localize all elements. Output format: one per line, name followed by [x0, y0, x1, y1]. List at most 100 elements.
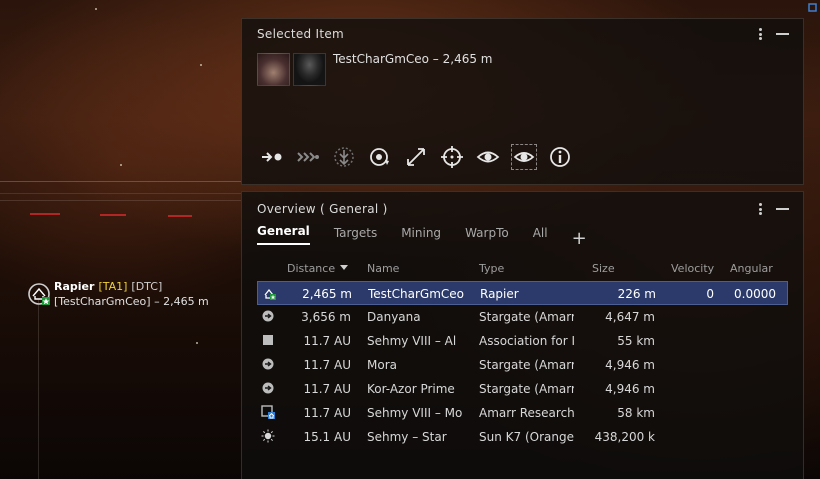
cell-type: Stargate (Amarr [479, 310, 574, 324]
cell-size: 55 km [617, 334, 655, 348]
cell-distance: 11.7 AU [303, 358, 351, 372]
space-grid-line [0, 200, 241, 201]
space-trail-line [38, 300, 39, 479]
cell-name: Mora [367, 358, 397, 372]
table-row[interactable]: 15.1 AU Sehmy – Star Sun K7 (Orange) 438,20… [257, 425, 788, 449]
panel-menu-icon[interactable] [759, 203, 762, 215]
lock-target-button[interactable] [439, 144, 465, 170]
show-info-button[interactable] [547, 144, 573, 170]
ship-portrait[interactable] [257, 53, 290, 86]
column-type[interactable]: Type [479, 262, 504, 275]
star-dot [120, 164, 122, 166]
overview-tabs: General Targets Mining WarpTo All + [257, 224, 587, 248]
bracket-alliance-ticker: [DTC] [131, 280, 163, 293]
table-row[interactable]: 11.7 AU Sehmy VIII – Al Association for I 5… [257, 329, 788, 353]
column-distance-label: Distance [287, 262, 336, 275]
set-camera-button[interactable] [511, 144, 537, 170]
bracket-label: Rapier [TA1] [DTC] [54, 280, 162, 293]
sun-icon [261, 429, 275, 443]
cell-size: 4,946 m [605, 358, 655, 372]
cell-type: Rapier [480, 287, 519, 301]
add-tab-icon[interactable]: + [572, 230, 587, 248]
minimize-icon[interactable] [776, 208, 789, 210]
column-velocity[interactable]: Velocity [671, 262, 714, 275]
column-angular[interactable]: Angular [730, 262, 773, 275]
star-dot [95, 8, 97, 10]
orbit-button[interactable] [367, 144, 393, 170]
cell-distance: 11.7 AU [303, 382, 351, 396]
cell-name: Danyana [367, 310, 421, 324]
ship-icon [264, 288, 276, 300]
jump-button[interactable] [331, 144, 357, 170]
approach-icon [262, 152, 282, 162]
column-size[interactable]: Size [592, 262, 615, 275]
character-portrait[interactable] [293, 53, 326, 86]
set-camera-icon [513, 152, 535, 162]
cell-name: Kor-Azor Prime [367, 382, 455, 396]
cell-distance: 3,656 m [301, 310, 351, 324]
table-row[interactable]: 11.7 AU Mora Stargate (Amarr 4,946 m [257, 353, 788, 377]
cell-size: 4,647 m [605, 310, 655, 324]
tab-general[interactable]: General [257, 224, 310, 245]
cell-name: Sehmy – Star [367, 430, 447, 444]
structure-icon [263, 335, 273, 345]
tab-all[interactable]: All [533, 226, 548, 245]
selected-item-panel: Selected Item TestCharGmCeo – 2,465 m [241, 18, 804, 185]
cell-type: Amarr Research [479, 406, 574, 420]
jump-icon [334, 147, 354, 167]
stargate-icon [262, 310, 274, 322]
table-row[interactable]: 11.7 AU Kor-Azor Prime Stargate (Amarr 4,94… [257, 377, 788, 401]
cell-type: Sun K7 (Orange) [479, 430, 574, 444]
ship-bracket-icon[interactable] [26, 281, 52, 307]
look-at-icon [476, 151, 500, 163]
red-lane-marker [168, 215, 192, 217]
warp-to-icon [297, 152, 319, 162]
warp-to-button[interactable] [295, 144, 321, 170]
cell-velocity: 0 [706, 287, 714, 301]
tab-targets[interactable]: Targets [334, 226, 377, 245]
cell-size: 58 km [617, 406, 655, 420]
lock-target-icon [441, 146, 463, 168]
overview-rows: 2,465 m TestCharGmCeo Rapier 226 m 0 0.0000 3,… [257, 281, 788, 449]
cell-distance: 11.7 AU [303, 334, 351, 348]
minimize-icon[interactable] [776, 33, 789, 35]
tab-mining[interactable]: Mining [401, 226, 441, 245]
panel-title: Selected Item [257, 27, 345, 41]
column-distance[interactable]: Distance [287, 262, 349, 275]
star-dot [200, 64, 202, 66]
cell-type: Stargate (Amarr [479, 382, 574, 396]
tab-warpto[interactable]: WarpTo [465, 226, 509, 245]
space-grid-line [0, 193, 241, 194]
cell-size: 226 m [617, 287, 656, 301]
cell-size: 4,946 m [605, 382, 655, 396]
panel-title: Overview ( General ) [257, 202, 388, 216]
red-lane-marker [30, 213, 60, 215]
cell-name: TestCharGmCeo [368, 287, 464, 301]
look-at-button[interactable] [475, 144, 501, 170]
column-name[interactable]: Name [367, 262, 399, 275]
cell-distance: 2,465 m [302, 287, 352, 301]
stargate-icon [262, 382, 274, 394]
action-bar [259, 144, 573, 170]
star-dot [196, 342, 198, 344]
sort-descending-icon [340, 265, 349, 270]
cell-angular: 0.0000 [734, 287, 776, 301]
cell-size: 438,200 k [594, 430, 655, 444]
table-row[interactable]: 11.7 AU Sehmy VIII – Mo Amarr Research 58 k… [257, 401, 788, 425]
stargate-icon [262, 358, 274, 370]
panel-menu-icon[interactable] [759, 28, 762, 40]
table-row[interactable]: 3,656 m Danyana Stargate (Amarr 4,647 m [257, 305, 788, 329]
orbit-icon [370, 148, 389, 166]
approach-button[interactable] [259, 144, 285, 170]
red-lane-marker [100, 214, 126, 216]
bracket-subtitle: [TestCharGmCeo] – 2,465 m [54, 295, 209, 308]
space-grid-line [0, 181, 241, 182]
bracket-corp-ticker: [TA1] [98, 280, 128, 293]
table-row[interactable]: 2,465 m TestCharGmCeo Rapier 226 m 0 0.0000 [257, 281, 788, 305]
corner-indicator-icon [808, 3, 817, 12]
keep-at-range-icon [407, 148, 425, 166]
keep-at-range-button[interactable] [403, 144, 429, 170]
selected-item-label: TestCharGmCeo – 2,465 m [333, 52, 493, 66]
cell-type: Stargate (Amarr [479, 358, 574, 372]
bracket-ship-name: Rapier [54, 280, 95, 293]
